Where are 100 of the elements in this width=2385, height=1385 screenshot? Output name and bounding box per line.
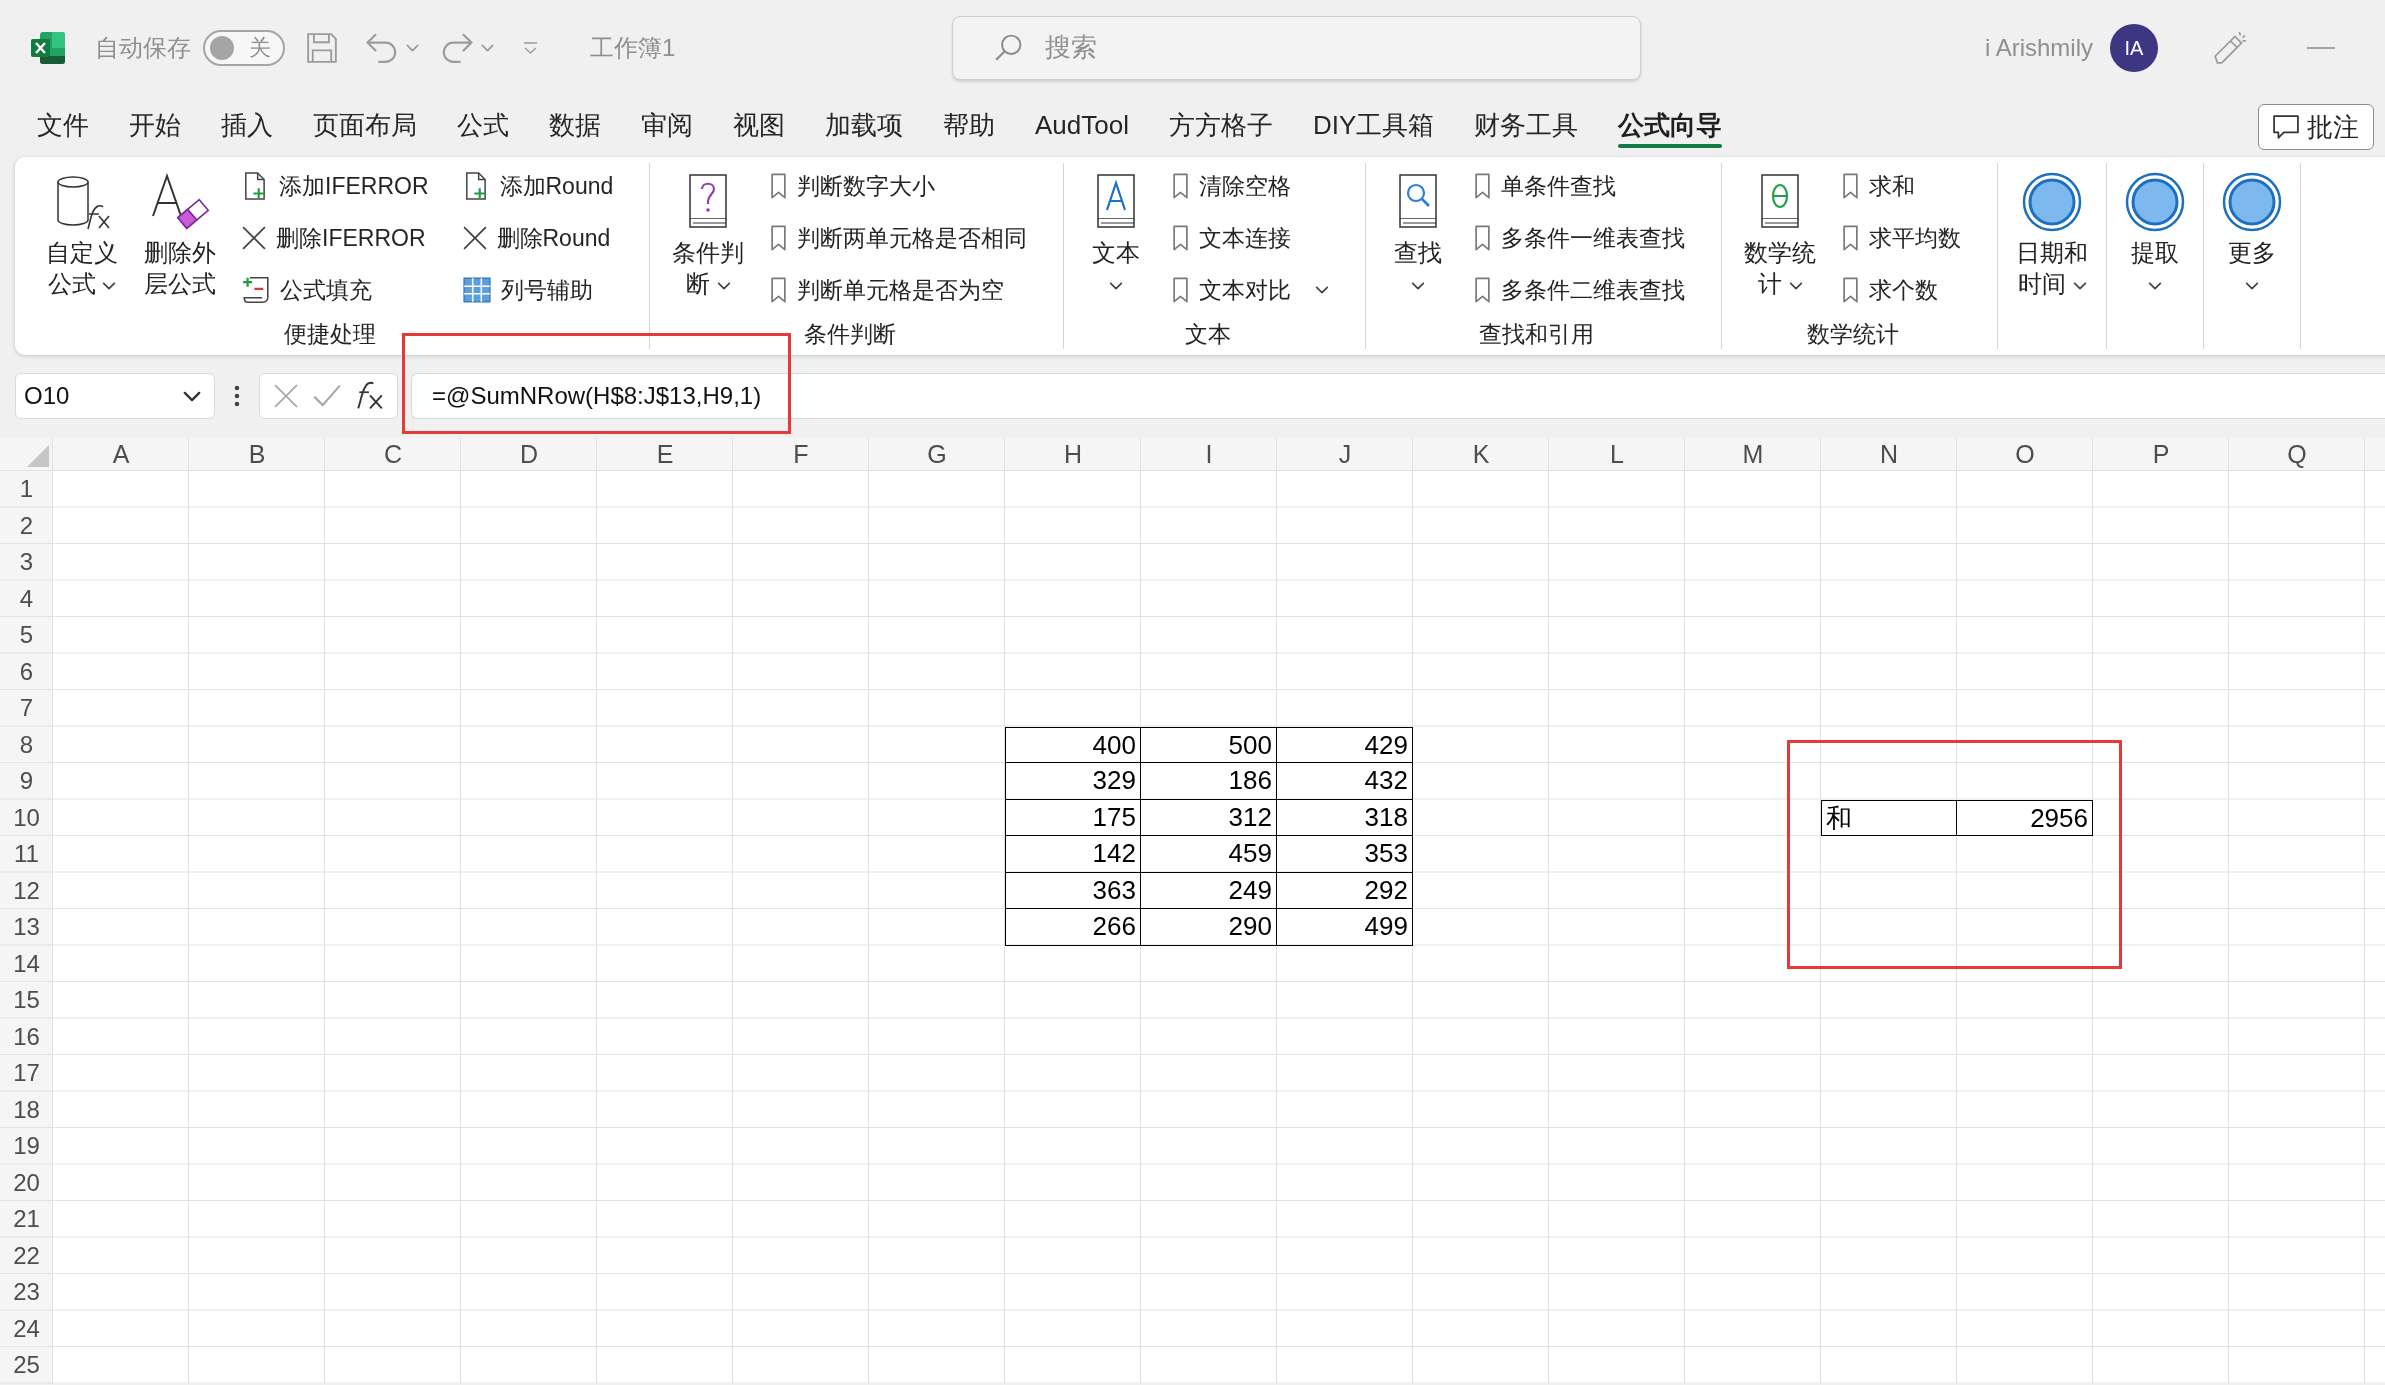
ribbon-button[interactable]: 文本连接	[1166, 215, 1336, 261]
undo-icon[interactable]	[366, 32, 398, 63]
ribbon-tab[interactable]: 方方格子	[1148, 95, 1293, 155]
user-avatar[interactable]: IA	[2110, 23, 2158, 72]
ribbon-button[interactable]: 条件判 断	[666, 163, 751, 301]
ribbon-button[interactable]: 判断单元格是否为空	[764, 267, 1034, 313]
ribbon-button[interactable]: 添加Round	[456, 163, 620, 209]
column-header[interactable]: D	[461, 438, 597, 471]
search-field[interactable]: 搜索	[952, 15, 1641, 80]
function-icon[interactable]	[355, 381, 384, 411]
ribbon-tab[interactable]: 公式向导	[1598, 95, 1743, 155]
column-header[interactable]: B	[189, 438, 325, 471]
row-header[interactable]: 10	[0, 799, 53, 836]
ribbon-button[interactable]: 更多	[2216, 163, 2289, 301]
row-header[interactable]: 21	[0, 1201, 53, 1238]
row-header[interactable]: 16	[0, 1018, 53, 1055]
row-header[interactable]: 8	[0, 726, 53, 763]
column-header[interactable]: C	[325, 438, 461, 471]
ribbon-button[interactable]: 判断数字大小	[764, 163, 1034, 209]
ribbon-tab[interactable]: DIY工具箱	[1292, 95, 1455, 155]
cancel-icon[interactable]	[273, 384, 298, 408]
column-header[interactable]: Q	[2229, 438, 2365, 471]
row-header[interactable]: 22	[0, 1237, 53, 1274]
column-header[interactable]: H	[1005, 438, 1141, 471]
row-header[interactable]: 14	[0, 945, 53, 982]
row-header[interactable]: 11	[0, 836, 53, 873]
ribbon-button[interactable]: 列号辅助	[456, 267, 620, 313]
chevron-down-icon[interactable]	[183, 391, 201, 402]
ribbon-button[interactable]: 自定义 公式	[40, 163, 124, 301]
select-all-icon[interactable]	[27, 445, 49, 467]
ribbon-tab[interactable]: AudTool	[1015, 95, 1149, 155]
ribbon-tab[interactable]: 审阅	[621, 95, 713, 155]
name-box[interactable]: O10	[15, 373, 215, 419]
save-icon[interactable]	[307, 32, 337, 63]
row-header[interactable]: 17	[0, 1055, 53, 1092]
ribbon-tab[interactable]: 开始	[109, 95, 201, 155]
column-header[interactable]: P	[2093, 438, 2229, 471]
column-header[interactable]: G	[869, 438, 1005, 471]
ribbon-button[interactable]: 清除空格	[1166, 163, 1336, 209]
minimize-icon[interactable]	[2307, 46, 2335, 49]
row-header[interactable]: 3	[0, 544, 53, 581]
ribbon-button[interactable]: 多条件二维表查找	[1468, 267, 1692, 313]
column-header[interactable]: A	[53, 438, 189, 471]
ribbon-button[interactable]: 判断两单元格是否相同	[764, 215, 1034, 261]
ribbon-button[interactable]: 文本对比	[1166, 267, 1336, 313]
row-header[interactable]: 20	[0, 1164, 53, 1201]
ribbon-button[interactable]: 提取	[2119, 163, 2192, 301]
row-header[interactable]: 13	[0, 909, 53, 946]
column-header[interactable]: J	[1277, 438, 1413, 471]
row-header[interactable]: 6	[0, 653, 53, 690]
column-header[interactable]: E	[597, 438, 733, 471]
ribbon-tab[interactable]: 公式	[437, 95, 529, 155]
ribbon-button[interactable]: 求和	[1836, 163, 1968, 209]
ribbon-button[interactable]: 删除外 层公式	[138, 163, 222, 301]
ribbon-tab[interactable]: 页面布局	[293, 95, 437, 155]
row-header[interactable]: 25	[0, 1347, 53, 1384]
row-header[interactable]: 2	[0, 507, 53, 544]
ribbon-tab[interactable]: 插入	[201, 95, 293, 155]
pen-icon[interactable]	[2213, 30, 2247, 65]
row-header[interactable]: 4	[0, 580, 53, 617]
ribbon-button[interactable]: 删除Round	[456, 215, 620, 261]
ribbon-button[interactable]: 单条件查找	[1468, 163, 1692, 209]
row-header[interactable]: 23	[0, 1274, 53, 1311]
ribbon-tab[interactable]: 数据	[529, 95, 621, 155]
more-options-icon[interactable]	[234, 385, 240, 407]
row-header[interactable]: 15	[0, 982, 53, 1019]
row-header[interactable]: 19	[0, 1128, 53, 1165]
ribbon-button[interactable]: 查找	[1382, 163, 1455, 301]
check-icon[interactable]	[312, 384, 341, 408]
ribbon-tab[interactable]: 财务工具	[1454, 95, 1599, 155]
ribbon-tab[interactable]: 文件	[17, 95, 109, 155]
row-header[interactable]: 24	[0, 1310, 53, 1347]
ribbon-button[interactable]: 求平均数	[1836, 215, 1968, 261]
row-header[interactable]: 7	[0, 690, 53, 727]
column-header[interactable]: L	[1549, 438, 1685, 471]
dropdown-icon[interactable]	[522, 40, 539, 55]
row-header[interactable]: 1	[0, 471, 53, 508]
ribbon-button[interactable]: 删除IFERROR	[236, 215, 435, 261]
column-header[interactable]: N	[1821, 438, 1957, 471]
column-header[interactable]: K	[1413, 438, 1549, 471]
row-header[interactable]: 5	[0, 617, 53, 654]
ribbon-button[interactable]: 多条件一维表查找	[1468, 215, 1692, 261]
comments-button[interactable]: 批注	[2258, 104, 2374, 150]
ribbon-tab[interactable]: 帮助	[923, 95, 1015, 155]
ribbon-button[interactable]: 日期和 时间	[2010, 163, 2095, 301]
row-header[interactable]: 9	[0, 763, 53, 800]
ribbon-button[interactable]: 求个数	[1836, 267, 1968, 313]
ribbon-button[interactable]: 数学统 计	[1738, 163, 1823, 301]
column-header[interactable]: F	[733, 438, 869, 471]
column-header[interactable]: M	[1685, 438, 1821, 471]
row-header[interactable]: 18	[0, 1091, 53, 1128]
ribbon-tab[interactable]: 加载项	[805, 95, 923, 155]
column-header[interactable]: I	[1141, 438, 1277, 471]
ribbon-button[interactable]: 公式填充	[236, 267, 435, 313]
formula-field[interactable]: =@SumNRow(H$8:J$13,H9,1)	[411, 373, 2385, 419]
ribbon-button[interactable]: 添加IFERROR	[236, 163, 435, 209]
row-header[interactable]: 12	[0, 872, 53, 909]
ribbon-tab[interactable]: 视图	[713, 95, 805, 155]
ribbon-button[interactable]: 文本	[1080, 163, 1153, 301]
redo-icon[interactable]	[441, 32, 473, 63]
